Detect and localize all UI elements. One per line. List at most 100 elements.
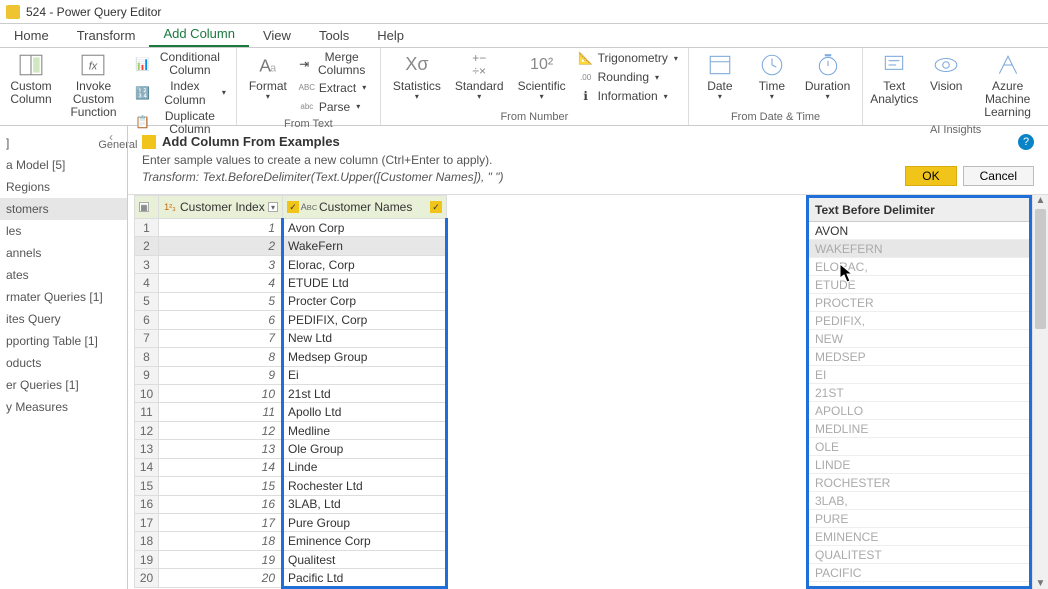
preview-cell[interactable]: PEDIFIX, — [809, 312, 1029, 330]
table-row[interactable]: 55Procter Corp — [135, 292, 447, 310]
row-header[interactable]: 5 — [135, 292, 159, 310]
row-header[interactable]: 3 — [135, 255, 159, 273]
preview-cell[interactable]: 21ST — [809, 384, 1029, 402]
cell-customer-name[interactable]: 3LAB, Ltd — [283, 495, 447, 513]
cell-customer-name[interactable]: Rochester Ltd — [283, 477, 447, 495]
row-header[interactable]: 15 — [135, 477, 159, 495]
merge-columns-button[interactable]: ⇥ Merge Columns — [297, 50, 372, 78]
help-icon[interactable]: ? — [1018, 134, 1034, 150]
cell-customer-name[interactable]: ETUDE Ltd — [283, 274, 447, 292]
query-item[interactable]: ites Query — [0, 308, 127, 330]
column-header-customer-index[interactable]: 1²₃ Customer Index ▾ — [159, 196, 283, 219]
table-row[interactable]: 1313Ole Group — [135, 440, 447, 458]
query-item[interactable]: a Model [5] — [0, 154, 127, 176]
cell-customer-index[interactable]: 15 — [159, 477, 283, 495]
preview-column-header[interactable]: Text Before Delimiter — [809, 198, 1029, 222]
scroll-down-icon[interactable]: ▼ — [1033, 578, 1048, 589]
cell-customer-index[interactable]: 8 — [159, 348, 283, 366]
query-item[interactable]: oducts — [0, 352, 127, 374]
preview-cell[interactable]: LINDE — [809, 456, 1029, 474]
preview-cell[interactable]: ROCHESTER — [809, 474, 1029, 492]
azure-ml-button[interactable]: Azure Machine Learning — [975, 50, 1040, 122]
menu-add-column[interactable]: Add Column — [149, 22, 249, 47]
preview-cell[interactable]: MEDLINE — [809, 420, 1029, 438]
table-row[interactable]: 1414Linde — [135, 458, 447, 476]
rounding-button[interactable]: .00 Rounding▾ — [576, 69, 680, 87]
preview-cell[interactable]: QUALITEST — [809, 546, 1029, 564]
collapse-pane-button[interactable]: ‹ — [109, 130, 123, 144]
cell-customer-name[interactable]: Ole Group — [283, 440, 447, 458]
menu-help[interactable]: Help — [363, 24, 418, 47]
cell-customer-name[interactable]: 21st Ltd — [283, 384, 447, 402]
table-row[interactable]: 77New Ltd — [135, 329, 447, 347]
data-grid[interactable]: ▦ 1²₃ Customer Index ▾ — [134, 195, 448, 589]
cell-customer-index[interactable]: 13 — [159, 440, 283, 458]
query-item[interactable]: y Measures — [0, 396, 127, 418]
cell-customer-index[interactable]: 1 — [159, 219, 283, 237]
cell-customer-name[interactable]: Medsep Group — [283, 348, 447, 366]
cell-customer-name[interactable]: Medline — [283, 421, 447, 439]
row-header[interactable]: 20 — [135, 569, 159, 588]
cell-customer-index[interactable]: 9 — [159, 366, 283, 384]
cell-customer-index[interactable]: 3 — [159, 255, 283, 273]
row-header[interactable]: 1 — [135, 219, 159, 237]
row-header[interactable]: 19 — [135, 550, 159, 568]
scroll-up-icon[interactable]: ▲ — [1033, 195, 1048, 206]
preview-cell[interactable]: 3LAB, — [809, 492, 1029, 510]
row-header[interactable]: 12 — [135, 421, 159, 439]
table-row[interactable]: 101021st Ltd — [135, 384, 447, 402]
check-icon[interactable]: ✓ — [287, 201, 299, 213]
table-corner-button[interactable]: ▦ — [135, 196, 159, 219]
cancel-button[interactable]: Cancel — [963, 166, 1034, 186]
cell-customer-index[interactable]: 17 — [159, 514, 283, 532]
row-header[interactable]: 10 — [135, 384, 159, 402]
query-item[interactable]: ] — [0, 132, 127, 154]
cell-customer-name[interactable]: Elorac, Corp — [283, 255, 447, 273]
cell-customer-name[interactable]: Pacific Ltd — [283, 569, 447, 588]
table-row[interactable]: 1515Rochester Ltd — [135, 477, 447, 495]
row-header[interactable]: 7 — [135, 329, 159, 347]
menu-transform[interactable]: Transform — [63, 24, 150, 47]
table-row[interactable]: 1818Eminence Corp — [135, 532, 447, 550]
cell-customer-name[interactable]: Apollo Ltd — [283, 403, 447, 421]
menu-tools[interactable]: Tools — [305, 24, 363, 47]
duration-button[interactable]: Duration▾ — [801, 50, 854, 104]
chevron-down-icon[interactable]: ▾ — [268, 202, 278, 212]
preview-cell[interactable]: PROCTER — [809, 294, 1029, 312]
preview-cell[interactable]: MEDSEP — [809, 348, 1029, 366]
scroll-thumb[interactable] — [1035, 209, 1046, 329]
information-button[interactable]: ℹ Information▾ — [576, 88, 680, 106]
cell-customer-index[interactable]: 20 — [159, 569, 283, 588]
scientific-button[interactable]: 10² Scientific▾ — [514, 50, 570, 104]
table-row[interactable]: 1919Qualitest — [135, 550, 447, 568]
cell-customer-index[interactable]: 7 — [159, 329, 283, 347]
table-row[interactable]: 16163LAB, Ltd — [135, 495, 447, 513]
ok-button[interactable]: OK — [905, 166, 956, 186]
cell-customer-index[interactable]: 5 — [159, 292, 283, 310]
table-row[interactable]: 66PEDIFIX, Corp — [135, 311, 447, 329]
cell-customer-name[interactable]: Eminence Corp — [283, 532, 447, 550]
row-header[interactable]: 14 — [135, 458, 159, 476]
query-item[interactable]: Regions — [0, 176, 127, 198]
query-item[interactable]: ates — [0, 264, 127, 286]
cell-customer-name[interactable]: WakeFern — [283, 237, 447, 255]
date-button[interactable]: Date▾ — [697, 50, 743, 104]
row-header[interactable]: 18 — [135, 532, 159, 550]
cell-customer-name[interactable]: Avon Corp — [283, 219, 447, 237]
preview-cell[interactable]: OLE — [809, 438, 1029, 456]
table-row[interactable]: 2020Pacific Ltd — [135, 569, 447, 588]
time-button[interactable]: Time▾ — [749, 50, 795, 104]
row-header[interactable]: 13 — [135, 440, 159, 458]
row-header[interactable]: 4 — [135, 274, 159, 292]
menu-home[interactable]: Home — [0, 24, 63, 47]
query-item[interactable]: er Queries [1] — [0, 374, 127, 396]
row-header[interactable]: 11 — [135, 403, 159, 421]
cell-customer-name[interactable]: Pure Group — [283, 514, 447, 532]
row-header[interactable]: 8 — [135, 348, 159, 366]
cell-customer-index[interactable]: 19 — [159, 550, 283, 568]
cell-customer-index[interactable]: 10 — [159, 384, 283, 402]
text-analytics-button[interactable]: Text Analytics — [871, 50, 917, 108]
preview-cell[interactable]: APOLLO — [809, 402, 1029, 420]
vertical-scrollbar[interactable]: ▲ ▼ — [1032, 195, 1048, 589]
cell-customer-index[interactable]: 16 — [159, 495, 283, 513]
